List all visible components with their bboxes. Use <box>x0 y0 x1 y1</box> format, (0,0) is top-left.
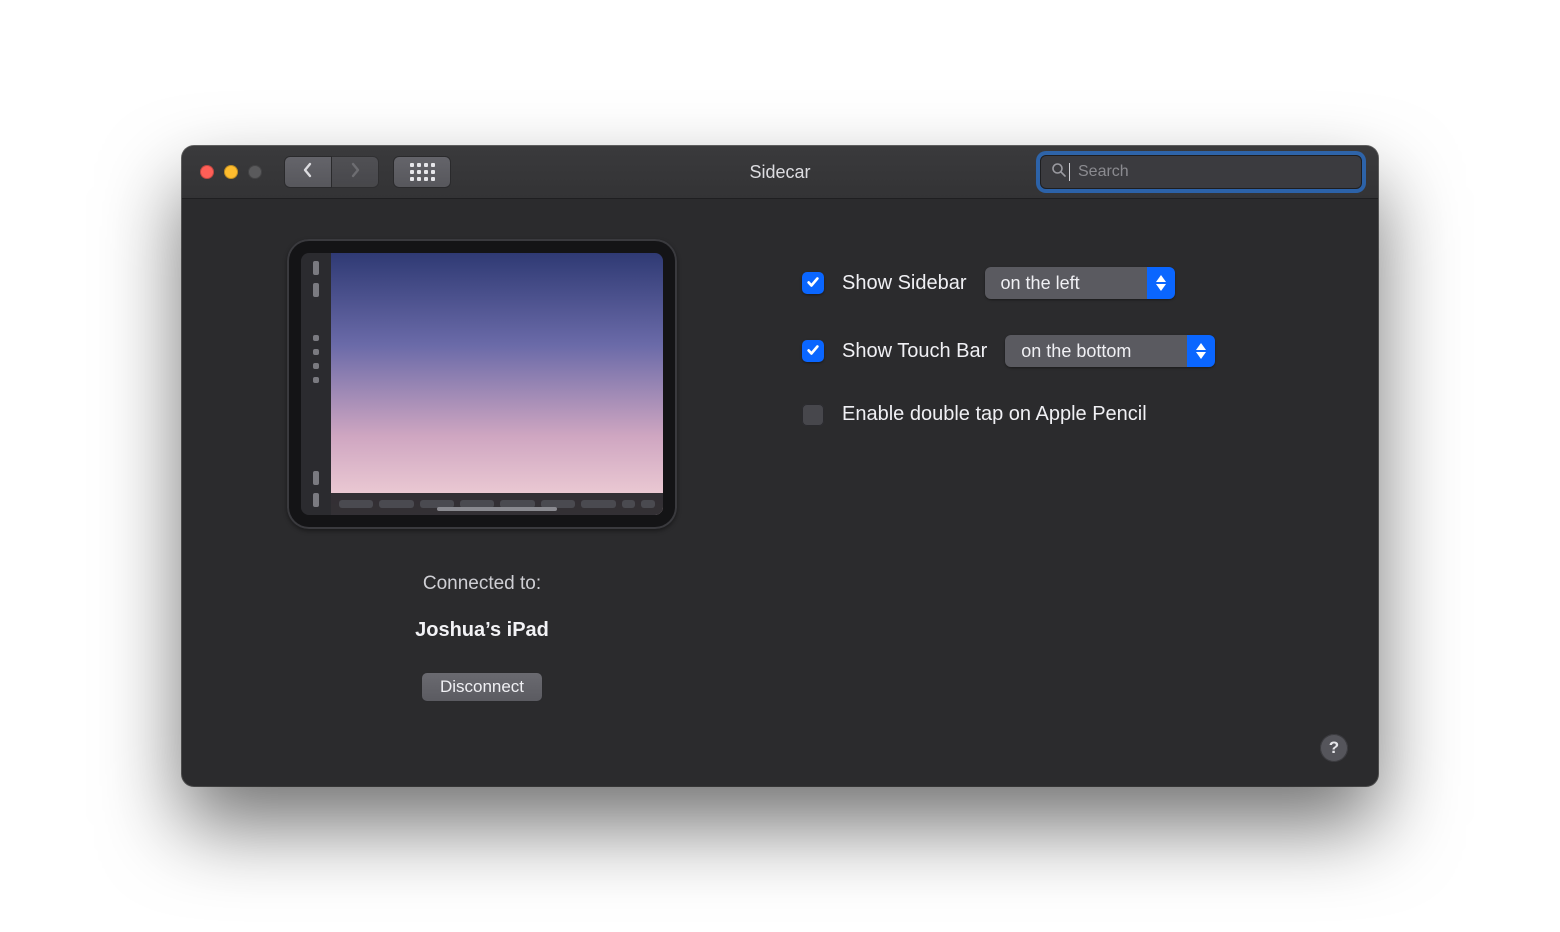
minimize-window-button[interactable] <box>224 165 238 179</box>
chevron-left-icon <box>302 162 314 183</box>
apple-pencil-checkbox[interactable] <box>802 404 824 426</box>
preferences-window: Sidecar Search <box>182 146 1378 786</box>
preview-home-indicator <box>437 507 557 511</box>
show-sidebar-row: Show Sidebar on the left <box>802 267 1318 299</box>
grid-icon <box>410 163 435 181</box>
zoom-window-button <box>248 165 262 179</box>
back-button[interactable] <box>284 156 332 188</box>
show-touchbar-label: Show Touch Bar <box>842 340 987 363</box>
checkmark-icon <box>806 272 820 295</box>
show-sidebar-label: Show Sidebar <box>842 272 967 295</box>
apple-pencil-row: Enable double tap on Apple Pencil <box>802 403 1318 426</box>
updown-arrows-icon <box>1187 335 1215 367</box>
touchbar-position-value: on the bottom <box>1005 335 1187 367</box>
connected-device-name: Joshua’s iPad <box>415 619 549 642</box>
titlebar: Sidecar Search <box>182 146 1378 199</box>
search-placeholder: Search <box>1078 163 1129 181</box>
preview-touchbar <box>331 493 663 515</box>
ipad-preview <box>287 239 677 529</box>
help-button[interactable]: ? <box>1320 734 1348 762</box>
forward-button <box>332 156 379 188</box>
preview-sidebar <box>301 253 331 515</box>
chevron-right-icon <box>349 162 361 183</box>
sidebar-position-value: on the left <box>985 267 1147 299</box>
disconnect-button[interactable]: Disconnect <box>421 672 543 702</box>
show-touchbar-row: Show Touch Bar on the bottom <box>802 335 1318 367</box>
device-preview-column: Connected to: Joshua’s iPad Disconnect <box>242 239 722 756</box>
show-all-button[interactable] <box>393 156 451 188</box>
text-caret <box>1069 163 1070 181</box>
preview-screen <box>331 253 663 515</box>
connected-to-label: Connected to: <box>423 573 541 595</box>
checkmark-icon <box>806 340 820 363</box>
options-column: Show Sidebar on the left <box>722 239 1318 756</box>
window-controls <box>182 165 262 179</box>
touchbar-position-popup[interactable]: on the bottom <box>1005 335 1215 367</box>
show-touchbar-checkbox[interactable] <box>802 340 824 362</box>
close-window-button[interactable] <box>200 165 214 179</box>
sidebar-position-popup[interactable]: on the left <box>985 267 1175 299</box>
updown-arrows-icon <box>1147 267 1175 299</box>
nav-buttons <box>284 156 379 188</box>
show-sidebar-checkbox[interactable] <box>802 272 824 294</box>
search-field[interactable]: Search <box>1040 155 1362 189</box>
content-area: Connected to: Joshua’s iPad Disconnect S… <box>182 199 1378 786</box>
apple-pencil-label: Enable double tap on Apple Pencil <box>842 403 1147 426</box>
search-icon <box>1051 162 1067 183</box>
